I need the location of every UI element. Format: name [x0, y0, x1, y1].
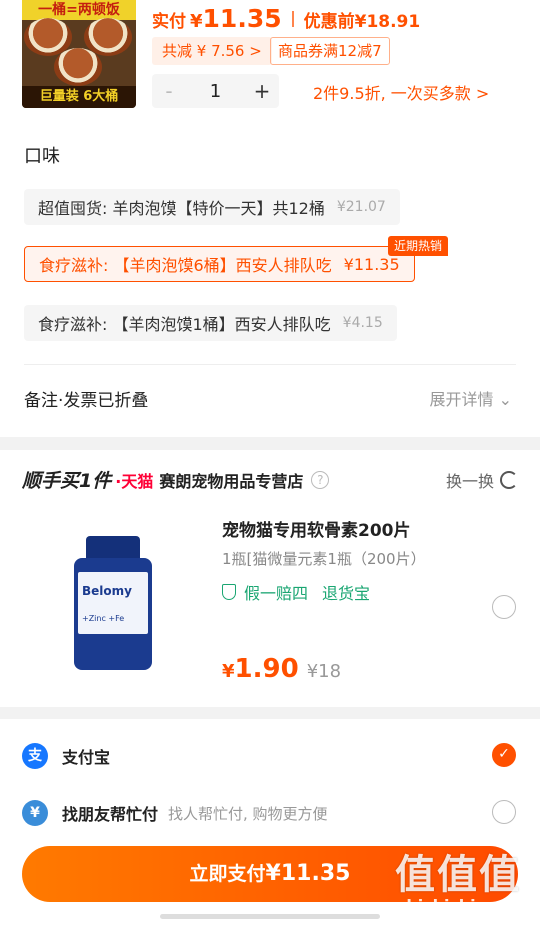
bowl-image	[54, 48, 102, 86]
bottle-brand: Belomy	[82, 584, 132, 598]
flavor-section-title: 口味	[24, 146, 60, 167]
flavor-option-price: ¥21.07	[336, 199, 386, 215]
orig-label: 优惠前	[303, 12, 355, 32]
swap-label: 换一换	[445, 472, 494, 491]
addon-card: 顺手买1件 ·天猫 赛朗宠物用品专营店 ? 换一换 Belomy +Zinc +…	[0, 450, 540, 707]
checkout-page: 一桶=两顿饭 巨量装 6大桶 实付 ¥ 11.35 优惠前 ¥18.91 共减 …	[0, 0, 540, 925]
flavor-option-selected[interactable]: 食疗滋补: 【羊肉泡馍6桶】西安人排队吃 ¥11.35	[24, 246, 415, 282]
remark-invoice-row[interactable]: 备注·发票已折叠	[24, 386, 148, 411]
payment-method-name: 找朋友帮忙付	[62, 805, 159, 824]
alipay-icon: 支	[22, 743, 48, 769]
bottle-label: Belomy +Zinc +Fe	[78, 572, 148, 634]
flavor-option[interactable]: 超值囤货: 羊肉泡馍【特价一天】共12桶 ¥21.07	[24, 189, 400, 225]
addon-header: 顺手买1件 ·天猫 赛朗宠物用品专营店 ?	[22, 466, 330, 493]
currency-symbol: ¥	[190, 11, 203, 32]
watermark: 值值值 zhizhizhi.com	[388, 842, 528, 915]
discount-total-tag[interactable]: 共减 ¥ 7.56 >	[152, 37, 272, 65]
flavor-option-label: 超值囤货: 羊肉泡馍【特价一天】共12桶	[38, 199, 325, 218]
swap-button[interactable]: 换一换	[446, 468, 518, 492]
addon-currency: ¥	[222, 661, 235, 682]
pay-button-label: 立即支付	[189, 863, 266, 885]
pay-button-amount: ¥11.35	[265, 861, 351, 886]
addon-price: ¥ 1.90 ¥18	[222, 654, 341, 684]
addon-price-value: 1.90	[234, 654, 299, 684]
addon-spec[interactable]: 1瓶[猫微量元素1瓶（200片）	[222, 548, 466, 569]
guarantee-fake: 假一赔四	[244, 584, 309, 603]
pay-amount: 11.35	[202, 4, 282, 33]
thumbnail-top-text: 一桶=两顿饭	[22, 0, 136, 20]
bottle-cap	[86, 536, 140, 560]
friend-pay-icon: ¥	[22, 800, 48, 826]
orig-price: ¥18.91	[354, 12, 421, 32]
help-icon[interactable]: ?	[311, 470, 330, 489]
flavor-option-price: ¥11.35	[343, 254, 400, 274]
addon-product-image[interactable]: Belomy +Zinc +Fe	[70, 536, 156, 672]
store-name[interactable]: 赛朗宠物用品专营店	[159, 468, 303, 492]
friend-pay-radio[interactable]	[492, 800, 516, 824]
flavor-option-price: ¥4.15	[342, 315, 383, 331]
payment-method-sub: 找人帮忙付, 购物更方便	[168, 804, 328, 823]
alipay-selected-radio[interactable]: ✓	[492, 743, 516, 767]
watermark-url: zhizhizhi.com	[397, 896, 519, 915]
quantity-stepper: - 1 +	[152, 74, 279, 108]
expand-details-link[interactable]: 展开详情 ⌄	[430, 386, 513, 410]
payment-method-name: 支付宝	[62, 748, 111, 767]
tmall-logo: ·天猫	[115, 471, 154, 491]
payment-method-alipay[interactable]: 支 支付宝	[22, 743, 110, 769]
increase-button[interactable]: +	[245, 74, 279, 108]
divider	[291, 11, 294, 27]
thumbnail-bottom-text: 巨量装 6大桶	[22, 86, 136, 108]
multi-buy-link[interactable]: 2件9.5折, 一次买多款 >	[313, 80, 489, 104]
pay-label: 实付	[152, 12, 186, 32]
refresh-icon	[500, 471, 518, 489]
hot-sale-badge: 近期热销	[388, 236, 449, 256]
guarantee-row: 假一赔四 退货宝	[222, 580, 370, 604]
price-row: 实付 ¥ 11.35 优惠前 ¥18.91	[152, 4, 420, 34]
payment-method-friend[interactable]: ¥ 找朋友帮忙付 找人帮忙付, 购物更方便	[22, 800, 328, 826]
home-indicator	[160, 914, 380, 919]
product-card: 一桶=两顿饭 巨量装 6大桶 实付 ¥ 11.35 优惠前 ¥18.91 共减 …	[0, 0, 540, 437]
addon-brand: 顺手买1件	[22, 470, 112, 492]
guarantee-return: 退货宝	[322, 584, 371, 603]
flavor-option-label: 食疗滋补: 【羊肉泡馍1桶】西安人排队吃	[38, 315, 331, 334]
addon-was-price: ¥18	[306, 661, 342, 682]
quantity-value[interactable]: 1	[186, 81, 245, 102]
addon-select-radio[interactable]	[492, 595, 516, 619]
flavor-option[interactable]: 食疗滋补: 【羊肉泡馍1桶】西安人排队吃 ¥4.15	[24, 305, 397, 341]
watermark-logo: 值值值	[395, 852, 521, 898]
coupon-tag: 商品券满12减7	[270, 37, 390, 65]
addon-title[interactable]: 宠物猫专用软骨素200片	[222, 516, 411, 541]
shield-check-icon	[222, 584, 236, 600]
decrease-button[interactable]: -	[152, 74, 186, 108]
product-thumbnail[interactable]: 一桶=两顿饭 巨量装 6大桶	[22, 0, 136, 108]
bottle-sub: +Zinc +Fe	[82, 614, 125, 623]
divider	[24, 364, 516, 365]
flavor-option-label: 食疗滋补: 【羊肉泡馍6桶】西安人排队吃	[39, 256, 332, 275]
